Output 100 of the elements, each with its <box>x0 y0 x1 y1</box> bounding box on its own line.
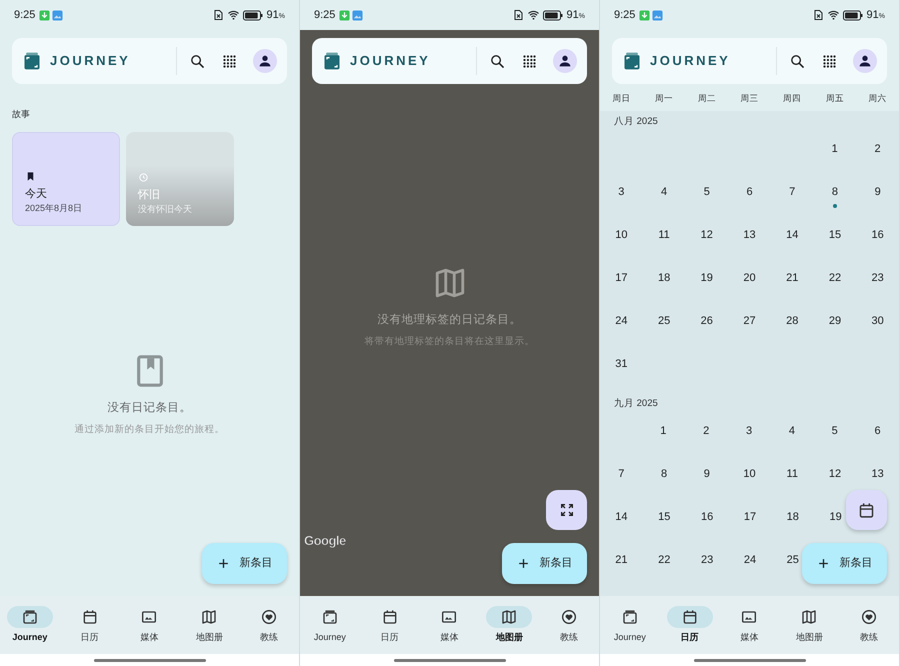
calendar-day[interactable]: 6 <box>874 423 881 440</box>
calendar-day[interactable]: 29 <box>828 313 842 330</box>
search-button[interactable] <box>189 52 206 70</box>
plus-icon <box>216 557 230 570</box>
nav-tab[interactable]: Journey <box>0 596 60 654</box>
nav-tab[interactable]: 日历 <box>60 596 120 654</box>
sim-off-icon <box>812 9 824 21</box>
calendar-day[interactable]: 2 <box>874 141 881 158</box>
calendar-day[interactable]: 20 <box>743 270 756 286</box>
calendar-day[interactable]: 3 <box>746 423 752 440</box>
calendar-day[interactable]: 22 <box>658 552 670 569</box>
calendar-day[interactable]: 23 <box>700 552 714 569</box>
calendar-day[interactable]: 26 <box>700 313 713 330</box>
journal-logo-icon <box>622 51 642 71</box>
nav-tab[interactable]: 媒体 <box>720 596 780 654</box>
app-title: JOURNEY <box>650 52 730 70</box>
calendar-day[interactable]: 31 <box>615 356 628 372</box>
calendar-day[interactable]: 11 <box>786 466 798 483</box>
calendar-day[interactable]: 24 <box>744 552 756 569</box>
profile-avatar-button[interactable] <box>253 49 277 73</box>
apps-button[interactable] <box>522 54 537 68</box>
nav-tab[interactable]: 教练 <box>839 596 899 654</box>
home-indicator[interactable] <box>94 658 206 662</box>
search-button[interactable] <box>489 52 506 70</box>
apps-button[interactable] <box>222 54 237 68</box>
apps-button[interactable] <box>822 54 837 68</box>
search-button[interactable] <box>789 52 806 70</box>
calendar-day[interactable]: 1 <box>660 423 666 440</box>
calendar-day[interactable]: 30 <box>872 313 884 330</box>
home-indicator[interactable] <box>694 658 806 662</box>
nav-tab[interactable]: Journey <box>600 596 660 654</box>
calendar-day[interactable]: 12 <box>700 227 713 244</box>
today-story-card[interactable]: 今天 2025年8月8日 <box>12 132 120 226</box>
calendar-day[interactable]: 1 <box>832 141 838 158</box>
calendar-day[interactable]: 4 <box>788 423 795 440</box>
nav-tab[interactable]: Journey <box>300 596 360 654</box>
home-indicator[interactable] <box>394 658 506 662</box>
nav-tab[interactable]: 教练 <box>539 596 599 654</box>
image-icon <box>141 608 158 625</box>
calendar-day[interactable]: 4 <box>661 184 668 200</box>
person-icon <box>257 53 273 69</box>
calendar-day[interactable]: 7 <box>789 184 796 200</box>
new-entry-button[interactable]: 新条目 <box>802 543 887 584</box>
status-time: 9:25 <box>314 8 336 23</box>
profile-avatar-button[interactable] <box>853 49 877 73</box>
fullscreen-button[interactable] <box>546 490 587 530</box>
calendar-day[interactable]: 21 <box>786 270 798 286</box>
calendar-day[interactable]: 15 <box>658 509 670 526</box>
calendar-day[interactable]: 19 <box>700 270 713 286</box>
nav-tab[interactable]: 媒体 <box>120 596 180 654</box>
calendar-day[interactable]: 10 <box>743 466 756 483</box>
calendar-day[interactable]: 24 <box>615 313 628 330</box>
nav-tab[interactable]: 教练 <box>239 596 299 654</box>
calendar-day[interactable]: 28 <box>786 313 798 330</box>
weekday-label: 周一 <box>654 92 674 105</box>
nav-tab[interactable]: 媒体 <box>420 596 480 654</box>
calendar-day[interactable]: 12 <box>828 466 842 483</box>
calendar-day[interactable]: 5 <box>704 184 710 200</box>
calendar-day[interactable]: 5 <box>832 423 838 440</box>
nav-tab[interactable]: 地图册 <box>179 596 240 654</box>
calendar-day[interactable]: 18 <box>786 509 799 526</box>
calendar-day[interactable]: 23 <box>872 270 884 286</box>
calendar-day[interactable]: 9 <box>704 466 710 483</box>
calendar-day[interactable]: 21 <box>615 552 628 569</box>
calendar-day-with-entry[interactable]: 8 <box>832 184 838 208</box>
calendar-day[interactable]: 2 <box>703 423 710 440</box>
calendar-day[interactable]: 14 <box>615 509 628 526</box>
calendar-day[interactable]: 9 <box>874 184 881 200</box>
calendar-button[interactable] <box>846 490 887 530</box>
calendar-day[interactable]: 11 <box>658 227 670 244</box>
calendar-day[interactable]: 8 <box>661 466 668 483</box>
calendar-day[interactable]: 16 <box>872 227 884 244</box>
calendar-day[interactable]: 18 <box>658 270 670 286</box>
calendar-day[interactable]: 17 <box>615 270 628 286</box>
sim-off-icon <box>212 9 224 21</box>
calendar-day[interactable]: 16 <box>700 509 714 526</box>
new-entry-button[interactable]: 新条目 <box>502 543 587 584</box>
nav-tab[interactable]: 地图册 <box>779 596 840 654</box>
calendar-day[interactable]: 3 <box>618 184 624 200</box>
calendar-day[interactable]: 10 <box>615 227 628 244</box>
calendar-day[interactable]: 19 <box>830 509 842 526</box>
search-icon <box>789 52 806 70</box>
calendar-day[interactable]: 13 <box>743 227 756 244</box>
nav-tab[interactable]: 日历 <box>360 596 420 654</box>
calendar-day[interactable]: 14 <box>786 227 798 244</box>
profile-avatar-button[interactable] <box>553 49 577 73</box>
nav-tab[interactable]: 地图册 <box>479 596 540 654</box>
calendar-day[interactable]: 25 <box>786 552 799 569</box>
battery-icon <box>242 10 263 20</box>
calendar-day[interactable]: 25 <box>658 313 670 330</box>
calendar-day[interactable]: 7 <box>618 466 624 483</box>
calendar-day[interactable]: 22 <box>828 270 842 286</box>
calendar-day[interactable]: 15 <box>828 227 842 244</box>
calendar-day[interactable]: 17 <box>744 509 756 526</box>
person-icon <box>557 53 573 69</box>
nav-tab[interactable]: 日历 <box>660 596 720 654</box>
calendar-day[interactable]: 27 <box>743 313 756 330</box>
calendar-day[interactable]: 13 <box>872 466 884 483</box>
new-entry-button[interactable]: 新条目 <box>202 543 287 584</box>
calendar-day[interactable]: 6 <box>746 184 753 200</box>
